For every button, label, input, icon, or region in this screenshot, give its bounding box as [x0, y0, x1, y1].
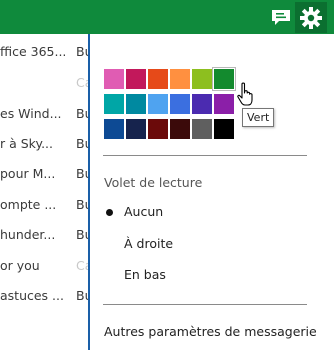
theme-color-swatch[interactable]	[148, 94, 168, 114]
divider	[103, 155, 307, 156]
theme-color-swatch[interactable]	[104, 94, 124, 114]
message-row[interactable]: hunder... Bu	[0, 227, 100, 247]
reading-pane-title: Volet de lecture	[104, 175, 203, 190]
gear-icon	[300, 7, 322, 29]
message-subject: ompte ...	[0, 197, 57, 212]
top-bar	[0, 0, 334, 34]
message-row[interactable]: r à Sky... Bu	[0, 136, 100, 156]
theme-color-swatch[interactable]	[170, 69, 190, 89]
message-row[interactable]: or you Ca	[0, 258, 100, 278]
reading-pane-option-right[interactable]: À droite	[124, 236, 173, 251]
theme-color-swatch[interactable]	[170, 94, 190, 114]
theme-color-swatch[interactable]	[148, 119, 168, 139]
message-list: ffice 365... Bu Ca es Wind... Bu r à Sky…	[0, 34, 100, 350]
reading-pane-option-bottom[interactable]: En bas	[124, 267, 166, 282]
swatch-tooltip: Vert	[242, 108, 275, 127]
message-subject: or you	[0, 258, 40, 273]
theme-color-swatch[interactable]	[192, 119, 212, 139]
theme-color-swatch[interactable]	[214, 94, 234, 114]
chat-icon[interactable]	[270, 8, 292, 26]
theme-color-swatch[interactable]	[148, 69, 168, 89]
settings-button[interactable]	[295, 2, 327, 33]
message-subject: pour M...	[0, 166, 56, 181]
message-row[interactable]: pour M... Bu	[0, 166, 100, 186]
message-row[interactable]: es Wind... Bu	[0, 106, 100, 126]
message-subject: ffice 365...	[0, 44, 67, 59]
divider	[103, 304, 307, 305]
reading-pane-option-none[interactable]: Aucun	[124, 204, 163, 219]
message-subject: r à Sky...	[0, 136, 54, 151]
message-row[interactable]: astuces ... Bu	[0, 288, 100, 308]
theme-color-swatch[interactable]	[104, 119, 124, 139]
theme-color-swatch[interactable]	[192, 94, 212, 114]
selected-option-bullet	[106, 209, 113, 216]
message-subject: astuces ...	[0, 288, 64, 303]
theme-color-swatch[interactable]	[126, 69, 146, 89]
theme-color-swatch[interactable]	[170, 119, 190, 139]
message-subject: hunder...	[0, 227, 56, 242]
theme-color-swatch[interactable]	[104, 69, 124, 89]
hand-cursor-icon	[237, 82, 253, 106]
theme-color-swatch[interactable]	[126, 94, 146, 114]
message-row[interactable]: Ca	[0, 75, 100, 95]
theme-color-swatch[interactable]	[214, 119, 234, 139]
message-row[interactable]: ffice 365... Bu	[0, 44, 100, 64]
theme-color-swatch[interactable]	[126, 119, 146, 139]
message-subject: es Wind...	[0, 106, 62, 121]
theme-color-swatch[interactable]	[192, 69, 212, 89]
more-mail-settings-link[interactable]: Autres paramètres de messagerie	[104, 324, 317, 339]
theme-color-swatch[interactable]	[213, 68, 235, 90]
message-row[interactable]: ompte ... Bu	[0, 197, 100, 217]
